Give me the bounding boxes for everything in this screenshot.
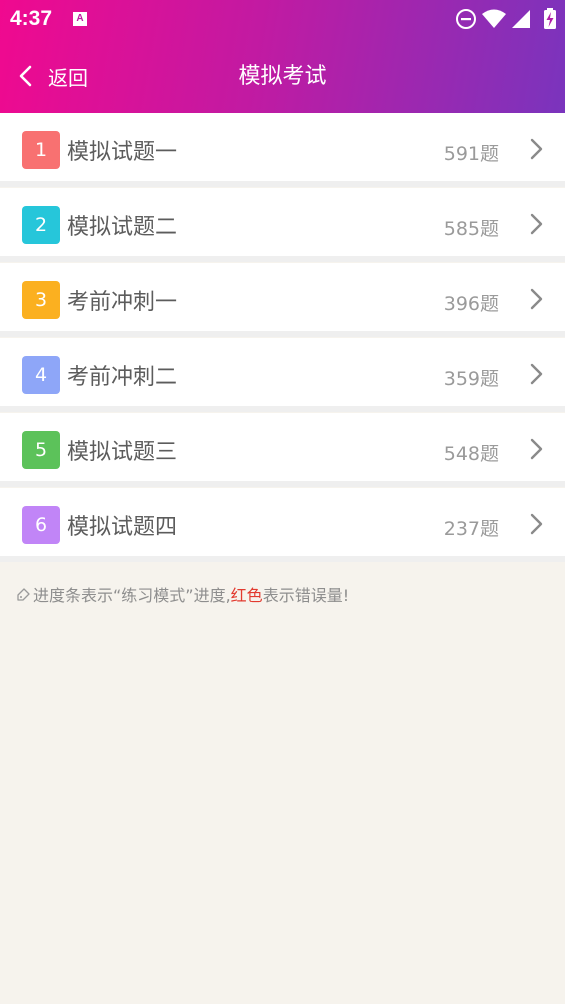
item-title: 模拟试题四 (67, 515, 178, 540)
item-index-badge: 6 (22, 506, 60, 544)
list-item[interactable]: 1 模拟试题一 591题 (0, 113, 565, 187)
nav-bar: 返回 模拟考试 (0, 38, 565, 113)
hint-text-red: 红色 (230, 586, 263, 605)
list-item[interactable]: 2 模拟试题二 585题 (0, 188, 565, 262)
item-title: 模拟试题三 (67, 440, 178, 465)
item-count: 359题 (443, 368, 499, 390)
wifi-icon (482, 9, 506, 28)
item-count: 585题 (443, 218, 499, 240)
list-item[interactable]: 3 考前冲刺一 396题 (0, 263, 565, 337)
list-item[interactable]: 4 考前冲刺二 359题 (0, 338, 565, 412)
item-count: 237题 (443, 518, 499, 540)
item-count: 396题 (443, 293, 499, 315)
item-index-badge: 3 (22, 281, 60, 319)
exam-list: 1 模拟试题一 591题 2 模拟试题二 585题 3 考前冲刺一 396题 4… (0, 113, 565, 563)
item-count: 548题 (443, 443, 499, 465)
progress-hint: 进度条表示“练习模式”进度, 红色 表示错误量! (16, 582, 349, 606)
item-title: 考前冲刺二 (67, 365, 178, 390)
chevron-right-icon (530, 438, 543, 460)
item-title: 模拟试题二 (67, 215, 178, 240)
chevron-right-icon (530, 513, 543, 535)
battery-charging-icon (544, 8, 556, 29)
status-bar: 4:37 A (0, 0, 565, 38)
chevron-right-icon (530, 138, 543, 160)
item-index-badge: 5 (22, 431, 60, 469)
hint-text-after: 表示错误量! (262, 586, 350, 605)
notification-a-icon: A (73, 12, 87, 26)
item-index-badge: 1 (22, 131, 60, 169)
item-title: 模拟试题一 (67, 140, 178, 165)
list-item[interactable]: 6 模拟试题四 237题 (0, 488, 565, 562)
item-count: 591题 (443, 143, 499, 165)
chevron-right-icon (530, 213, 543, 235)
chevron-right-icon (530, 363, 543, 385)
item-index-badge: 2 (22, 206, 60, 244)
chevron-right-icon (530, 288, 543, 310)
list-item[interactable]: 5 模拟试题三 548题 (0, 413, 565, 487)
app-header: 4:37 A 返回 模拟考试 (0, 0, 565, 113)
status-time: 4:37 (10, 7, 53, 30)
cellular-signal-icon (512, 10, 530, 28)
item-title: 考前冲刺一 (67, 290, 178, 315)
item-index-badge: 4 (22, 356, 60, 394)
hint-text-before: 进度条表示“练习模式”进度, (33, 586, 231, 605)
tag-icon (17, 587, 30, 601)
do-not-disturb-icon (456, 9, 476, 29)
page-title: 模拟考试 (238, 64, 327, 89)
